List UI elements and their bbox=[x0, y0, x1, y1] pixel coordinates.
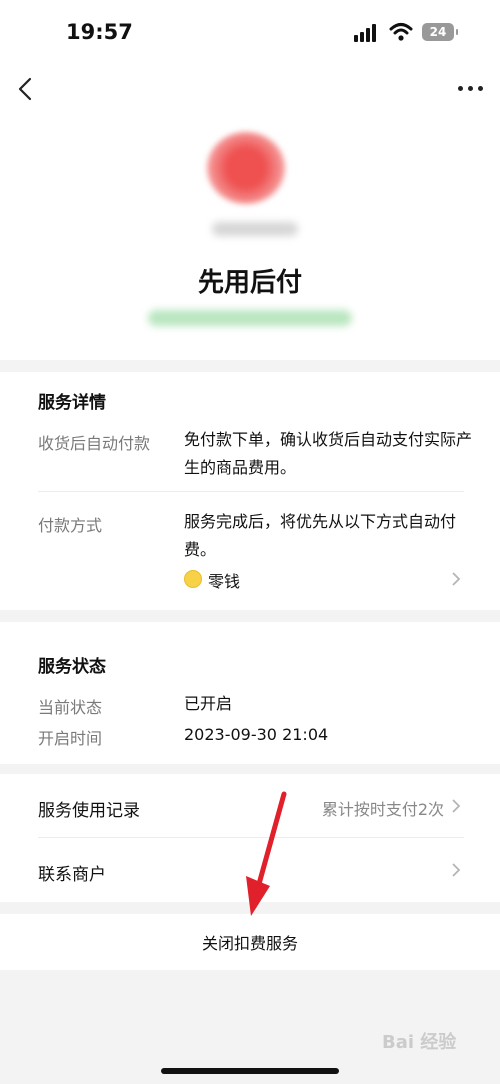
status-tag-blurred bbox=[148, 310, 352, 326]
home-indicator bbox=[161, 1068, 339, 1074]
service-status-card: 服务状态 当前状态 已开启 开启时间 2023-09-30 21:04 bbox=[0, 622, 500, 764]
divider bbox=[38, 491, 464, 492]
service-status-title: 服务状态 bbox=[38, 657, 106, 677]
usage-record-label: 服务使用记录 bbox=[38, 801, 140, 821]
chevron-right-icon bbox=[452, 863, 461, 877]
close-service-card: 关闭扣费服务 bbox=[0, 914, 500, 970]
usage-record-value: 累计按时支付2次 bbox=[321, 800, 444, 819]
start-time-value: 2023-09-30 21:04 bbox=[184, 725, 329, 744]
battery-icon: 24 bbox=[422, 23, 458, 41]
auto-pay-label: 收货后自动付款 bbox=[38, 434, 151, 453]
annotation-arrow bbox=[246, 791, 287, 916]
status-bar: 19:57 24 bbox=[0, 0, 500, 64]
merchant-logo-blurred bbox=[207, 132, 285, 204]
chevron-right-icon[interactable] bbox=[451, 571, 461, 587]
chevron-right-icon bbox=[452, 799, 461, 813]
cellular-signal-icon bbox=[354, 24, 380, 42]
service-details-title: 服务详情 bbox=[38, 393, 106, 413]
contact-merchant-label: 联系商户 bbox=[38, 865, 106, 885]
payment-method-option[interactable]: 零钱 bbox=[208, 568, 240, 592]
service-details-card: 服务详情 收货后自动付款 免付款下单，确认收货后自动支付实际产生的商品费用。 付… bbox=[0, 372, 500, 610]
start-time-label: 开启时间 bbox=[38, 729, 103, 748]
service-title: 先用后付 bbox=[197, 268, 302, 298]
watermark: Bai 经验 bbox=[382, 1032, 457, 1053]
current-status-label: 当前状态 bbox=[38, 698, 103, 717]
coin-icon bbox=[184, 570, 202, 588]
payment-method-label: 付款方式 bbox=[38, 516, 103, 535]
header-section: 19:57 24 先用后付 bbox=[0, 0, 500, 360]
back-arrow-icon[interactable] bbox=[14, 76, 38, 102]
auto-pay-value: 免付款下单，确认收货后自动支付实际产生的商品费用。 bbox=[184, 430, 473, 477]
status-time: 19:57 bbox=[66, 20, 133, 44]
payment-method-value: 服务完成后，将优先从以下方式自动付费。 bbox=[184, 512, 457, 559]
merchant-name-blurred bbox=[212, 222, 298, 236]
more-options-icon[interactable] bbox=[458, 86, 484, 92]
close-service-button[interactable]: 关闭扣费服务 bbox=[0, 930, 500, 954]
current-status-value: 已开启 bbox=[184, 694, 233, 713]
wifi-icon bbox=[389, 23, 413, 41]
